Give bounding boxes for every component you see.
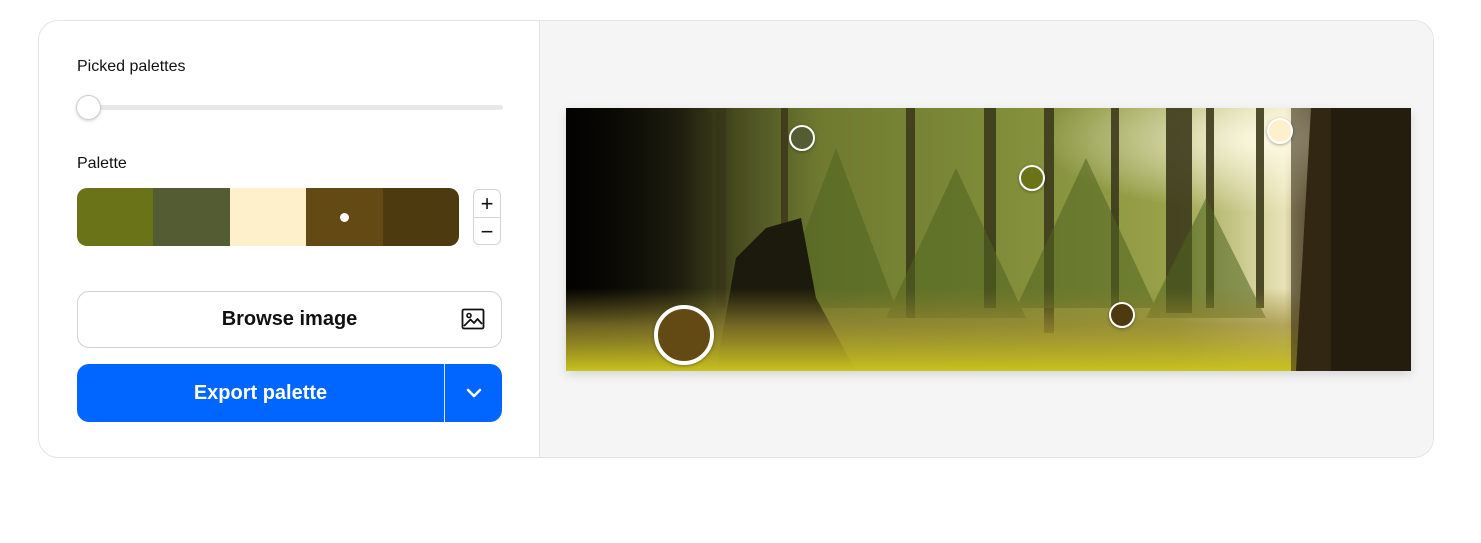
selected-indicator bbox=[339, 212, 349, 222]
palette-swatch[interactable] bbox=[382, 188, 459, 246]
color-picker-marker[interactable] bbox=[1267, 118, 1293, 144]
color-picker-marker[interactable] bbox=[654, 305, 714, 365]
palette-swatch[interactable] bbox=[306, 188, 383, 246]
palette-swatch[interactable] bbox=[229, 188, 307, 246]
browse-image-label: Browse image bbox=[221, 308, 358, 330]
export-palette-button[interactable]: Export palette bbox=[77, 364, 444, 422]
color-picker-marker[interactable] bbox=[1109, 302, 1135, 328]
browse-image-button[interactable]: Browse image bbox=[77, 291, 502, 348]
palette-size-stepper: + − bbox=[473, 189, 501, 245]
palette-label: Palette bbox=[77, 155, 127, 172]
palette-generator-card: Picked palettes Palette + − Browse image… bbox=[38, 20, 1434, 458]
color-picker-marker[interactable] bbox=[1019, 165, 1045, 191]
picked-palettes-slider-thumb[interactable] bbox=[76, 95, 101, 120]
remove-color-button[interactable]: − bbox=[474, 217, 500, 245]
chevron-down-icon bbox=[466, 388, 481, 398]
add-color-button[interactable]: + bbox=[474, 190, 500, 217]
palette-swatch[interactable] bbox=[77, 188, 154, 246]
image-preview bbox=[566, 108, 1411, 371]
export-button-group: Export palette bbox=[77, 364, 502, 422]
image-icon bbox=[461, 308, 485, 330]
palette-swatches bbox=[77, 188, 459, 246]
color-picker-marker[interactable] bbox=[789, 125, 815, 151]
image-preview-panel bbox=[539, 21, 1433, 457]
palette-swatch[interactable] bbox=[153, 188, 230, 246]
controls-panel: Picked palettes Palette + − Browse image… bbox=[39, 21, 539, 457]
picked-palettes-label: Picked palettes bbox=[77, 58, 186, 75]
export-options-button[interactable] bbox=[445, 364, 502, 422]
picked-palettes-slider[interactable] bbox=[77, 105, 503, 110]
